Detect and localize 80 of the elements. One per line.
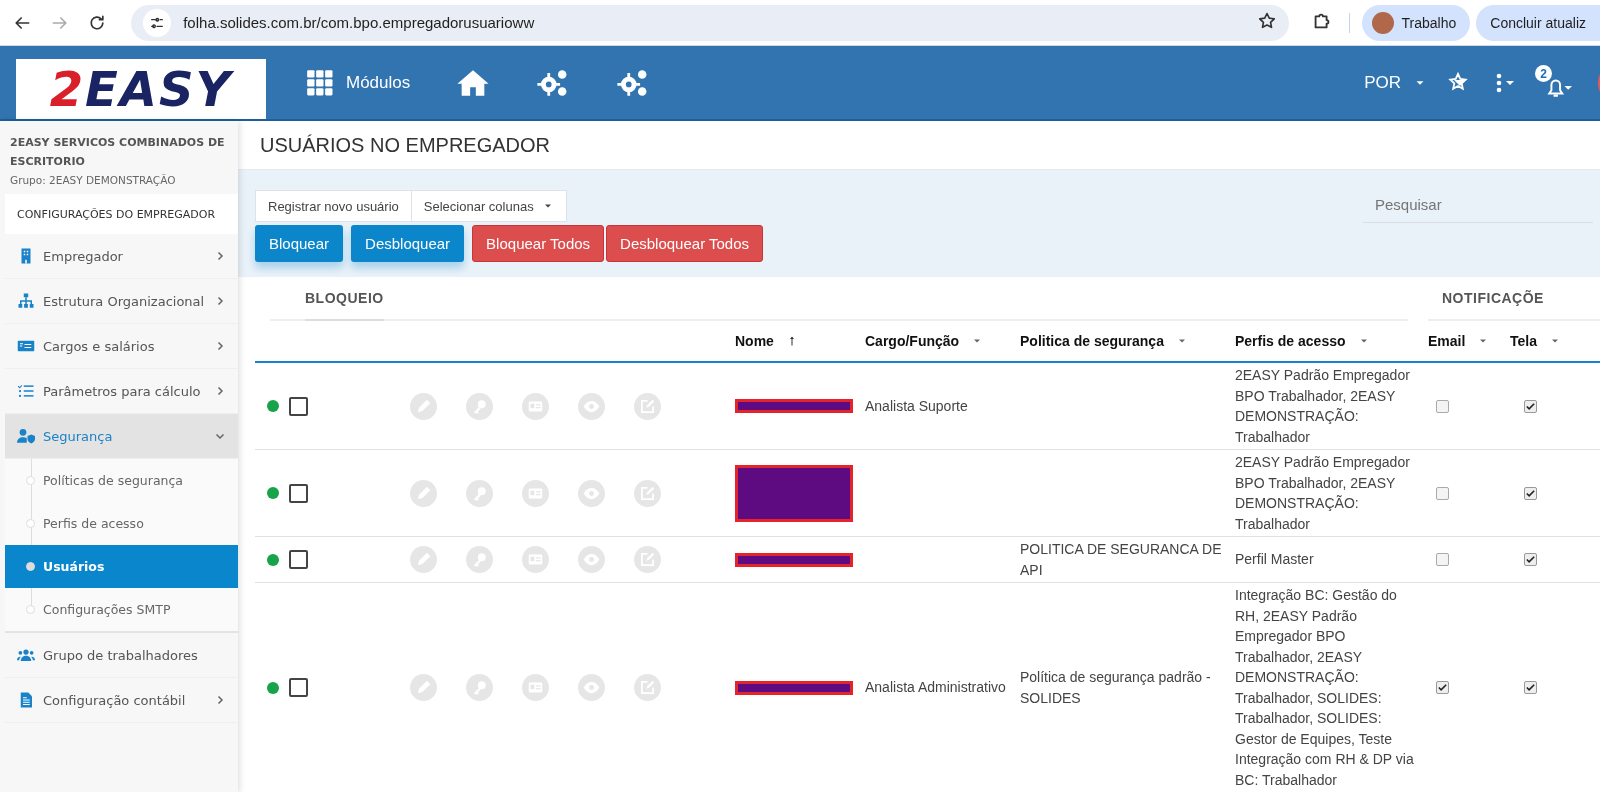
row-checkbox[interactable] [289, 550, 308, 569]
user-shield-icon [17, 427, 35, 445]
section-title: CONFIGURAÇÕES DO EMPREGADOR [5, 194, 238, 234]
block-button[interactable]: Bloquear [255, 225, 344, 263]
register-user-button[interactable]: Registrar novo usuário [255, 190, 412, 223]
profile-button[interactable]: Trabalho [1361, 4, 1471, 41]
address-bar[interactable]: folha.solides.com.br/com.bpo.empregadorusuarioww [131, 4, 1289, 41]
screen-checkbox[interactable] [1524, 553, 1537, 566]
language-menu[interactable]: POR [1364, 72, 1427, 93]
table-cell-text: POLITICA DE SEGURANCA DE API [1020, 540, 1223, 580]
group-name: Grupo: 2EASY DEMONSTRAÇÃO [10, 173, 177, 188]
url-text: folha.solides.com.br/com.bpo.empregadorusuarioww [183, 14, 536, 31]
table-cell-text: Analista Suporte [865, 396, 968, 416]
eye-icon[interactable] [578, 546, 605, 573]
select-columns-button[interactable]: Selecionar colunas [411, 190, 567, 223]
id-card-icon[interactable] [522, 546, 549, 573]
key-icon[interactable] [466, 392, 493, 420]
pencil-icon[interactable] [410, 674, 437, 701]
row-checkbox[interactable] [289, 678, 308, 697]
table-cell-text: 2EASY Padrão Empregador BPO Trabalhador, 2EASY DEMONSTRAÇÃO: Trabalhador [1235, 366, 1411, 447]
company-name: 2EASY SERVICOS COMBINADOS DE ESCRITORIO [10, 135, 226, 170]
check-icon [1525, 400, 1536, 412]
table-cell-text: Política de segurança padrão - SOLIDES [1020, 668, 1212, 708]
group-header: BLOQUEIO [305, 277, 384, 321]
sidebar-subitem[interactable]: Perfis de acesso [5, 502, 238, 545]
column-header[interactable]: Nome [735, 333, 774, 349]
id-card-icon[interactable] [522, 674, 549, 701]
eye-icon[interactable] [578, 479, 605, 507]
check-icon [1525, 487, 1536, 499]
screen-checkbox[interactable] [1524, 681, 1537, 694]
eye-icon[interactable] [578, 674, 605, 701]
table-cell-text: Analista Administrativo [865, 678, 1006, 698]
notifications-button[interactable]: 2 [1535, 65, 1574, 100]
check-icon [1525, 554, 1536, 565]
table-cell-text: Perfil Master [1235, 550, 1314, 570]
email-checkbox[interactable] [1436, 486, 1449, 500]
sidebar-subitem[interactable]: Políticas de segurança [5, 459, 238, 502]
column-header[interactable]: Politica de segurança [1020, 333, 1164, 349]
screen-checkbox[interactable] [1524, 399, 1537, 413]
key-icon[interactable] [466, 674, 493, 701]
id-card-icon[interactable] [522, 392, 549, 420]
id-card-icon[interactable] [522, 479, 549, 507]
group-header: NOTIFICAÇÕE [1428, 277, 1600, 321]
sidebar-subitem[interactable]: Configurações SMTP [5, 588, 238, 631]
email-checkbox[interactable] [1436, 553, 1449, 566]
key-icon[interactable] [466, 479, 493, 507]
email-checkbox[interactable] [1436, 399, 1449, 413]
key-icon[interactable] [466, 546, 493, 573]
column-header[interactable]: Email [1428, 333, 1466, 349]
sidebar-item[interactable]: Configuração contábil [5, 678, 238, 723]
row-checkbox[interactable] [289, 483, 308, 503]
modules-button[interactable]: Módulos [306, 68, 411, 97]
block-all-button[interactable]: Desbloquear Todos [606, 225, 764, 263]
sidebar-subitem[interactable]: Usuários [5, 545, 238, 588]
eye-icon[interactable] [578, 392, 605, 420]
table-cell-text: Integração BC: Gestão do RH, 2EASY Padrão Empregador BPO Trabalhador, 2EASY DEMONSTRAÇÃO: Trabalhador, SOLIDES: Trabalhador, SOLIDES: Gestor de Equipes, Teste Integração com RH & DP via BC: Trabalhador [1235, 586, 1415, 790]
block-all-button[interactable]: Bloquear Todos [472, 225, 605, 263]
sidebar-item[interactable]: Cargos e salários [5, 324, 238, 369]
table-cell-text: 2EASY Padrão Empregador BPO Trabalhador, 2EASY DEMONSTRAÇÃO: Trabalhador [1235, 453, 1411, 534]
check-icon [1525, 682, 1536, 693]
column-header[interactable]: Tela [1510, 333, 1537, 349]
check-icon [1437, 682, 1448, 693]
update-button[interactable]: Concluir atualiz [1476, 4, 1600, 41]
column-header[interactable]: Cargo/Função [865, 333, 960, 349]
bookmark-star-icon [1256, 10, 1277, 31]
checklist-icon [17, 382, 35, 400]
sitemap-icon [17, 292, 35, 310]
block-button[interactable]: Desbloquear [351, 225, 465, 263]
users-icon [17, 646, 35, 664]
screen-checkbox[interactable] [1524, 486, 1537, 500]
row-checkbox[interactable] [289, 396, 308, 416]
email-checkbox[interactable] [1436, 681, 1449, 694]
column-header[interactable]: Perfis de acesso [1235, 333, 1346, 349]
pencil-icon[interactable] [410, 546, 437, 573]
search-field[interactable]: Pesquisar [1363, 187, 1593, 224]
grid-icon [306, 68, 334, 97]
notification-badge: 2 [1535, 65, 1552, 82]
pencil-icon[interactable] [410, 392, 437, 420]
pencil-icon[interactable] [410, 479, 437, 507]
logo[interactable]: 2EASY [16, 59, 266, 119]
